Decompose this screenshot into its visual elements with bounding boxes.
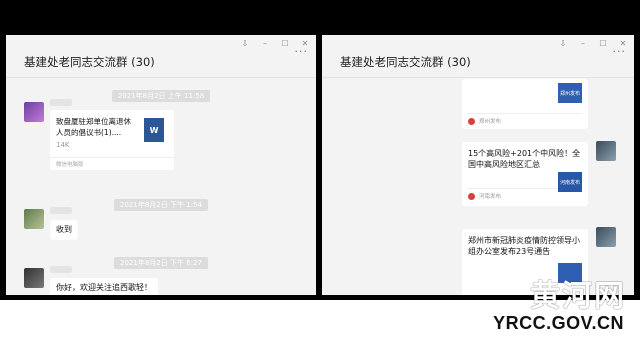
title-divider bbox=[322, 77, 634, 78]
chat-title: 基建处老同志交流群 (30) bbox=[24, 55, 155, 69]
chat-window-right: ⇩ – ☐ ✕ 基建处老同志交流群 (30) ··· 郑州发布 郑州发布 15个… bbox=[322, 35, 634, 295]
avatar[interactable] bbox=[596, 141, 616, 161]
word-file-icon: W bbox=[144, 118, 164, 142]
article-card[interactable]: 郑州发布 郑州发布 bbox=[462, 79, 588, 129]
chat-window-left: ⇩ – ☐ ✕ 基建处老同志交流群 (30) ··· 2021年8月2日 上午 … bbox=[6, 35, 316, 295]
sender-name bbox=[50, 207, 72, 214]
pin-icon[interactable]: ⇩ bbox=[240, 40, 250, 48]
maximize-icon[interactable]: ☐ bbox=[598, 40, 608, 48]
watermark-logo: 黄河网 bbox=[530, 279, 626, 314]
avatar[interactable] bbox=[24, 209, 44, 229]
text-message[interactable]: 收到 bbox=[50, 220, 78, 240]
title-divider bbox=[6, 77, 316, 78]
avatar[interactable] bbox=[24, 268, 44, 288]
article-thumbnail: 河南发布 bbox=[558, 172, 582, 192]
more-options-icon[interactable]: ··· bbox=[613, 45, 627, 58]
avatar[interactable] bbox=[596, 227, 616, 247]
article-title: 郑州市新冠肺炎疫情防控领导小组办公室发布23号通告 bbox=[468, 236, 580, 256]
source-logo-icon bbox=[468, 117, 475, 125]
source-logo-icon bbox=[468, 192, 475, 200]
pin-icon[interactable]: ⇩ bbox=[558, 40, 568, 48]
file-message[interactable]: 致盘厦驻郑单位离退休人员的倡议书(1).... 14K W 微信电脑版 bbox=[50, 110, 174, 170]
more-options-icon[interactable]: ··· bbox=[295, 45, 309, 58]
file-source: 微信电脑版 bbox=[50, 157, 174, 170]
avatar[interactable] bbox=[24, 102, 44, 122]
sender-name bbox=[50, 99, 72, 106]
article-thumbnail: 郑州发布 bbox=[558, 83, 582, 103]
article-card[interactable]: 15个高风险+201个中风险！全国中高风险地区汇总 河南发布 河南发布 bbox=[462, 142, 588, 206]
watermark-url: YRCC.GOV.CN bbox=[493, 313, 624, 333]
file-size: 14K bbox=[56, 141, 70, 149]
minimize-icon[interactable]: – bbox=[260, 40, 270, 48]
chat-title: 基建处老同志交流群 (30) bbox=[340, 55, 471, 69]
minimize-icon[interactable]: – bbox=[578, 40, 588, 48]
maximize-icon[interactable]: ☐ bbox=[280, 40, 290, 48]
screenshot-stage: ⇩ – ☐ ✕ 基建处老同志交流群 (30) ··· 2021年8月2日 上午 … bbox=[0, 0, 640, 343]
sender-name bbox=[50, 266, 72, 273]
article-title: 15个高风险+201个中风险！全国中高风险地区汇总 bbox=[468, 149, 581, 169]
article-source: 郑州发布 bbox=[468, 113, 582, 125]
text-message[interactable]: 你好，欢迎关注追西歌轻！ bbox=[50, 278, 158, 295]
file-name: 致盘厦驻郑单位离退休人员的倡议书(1).... bbox=[56, 117, 131, 137]
